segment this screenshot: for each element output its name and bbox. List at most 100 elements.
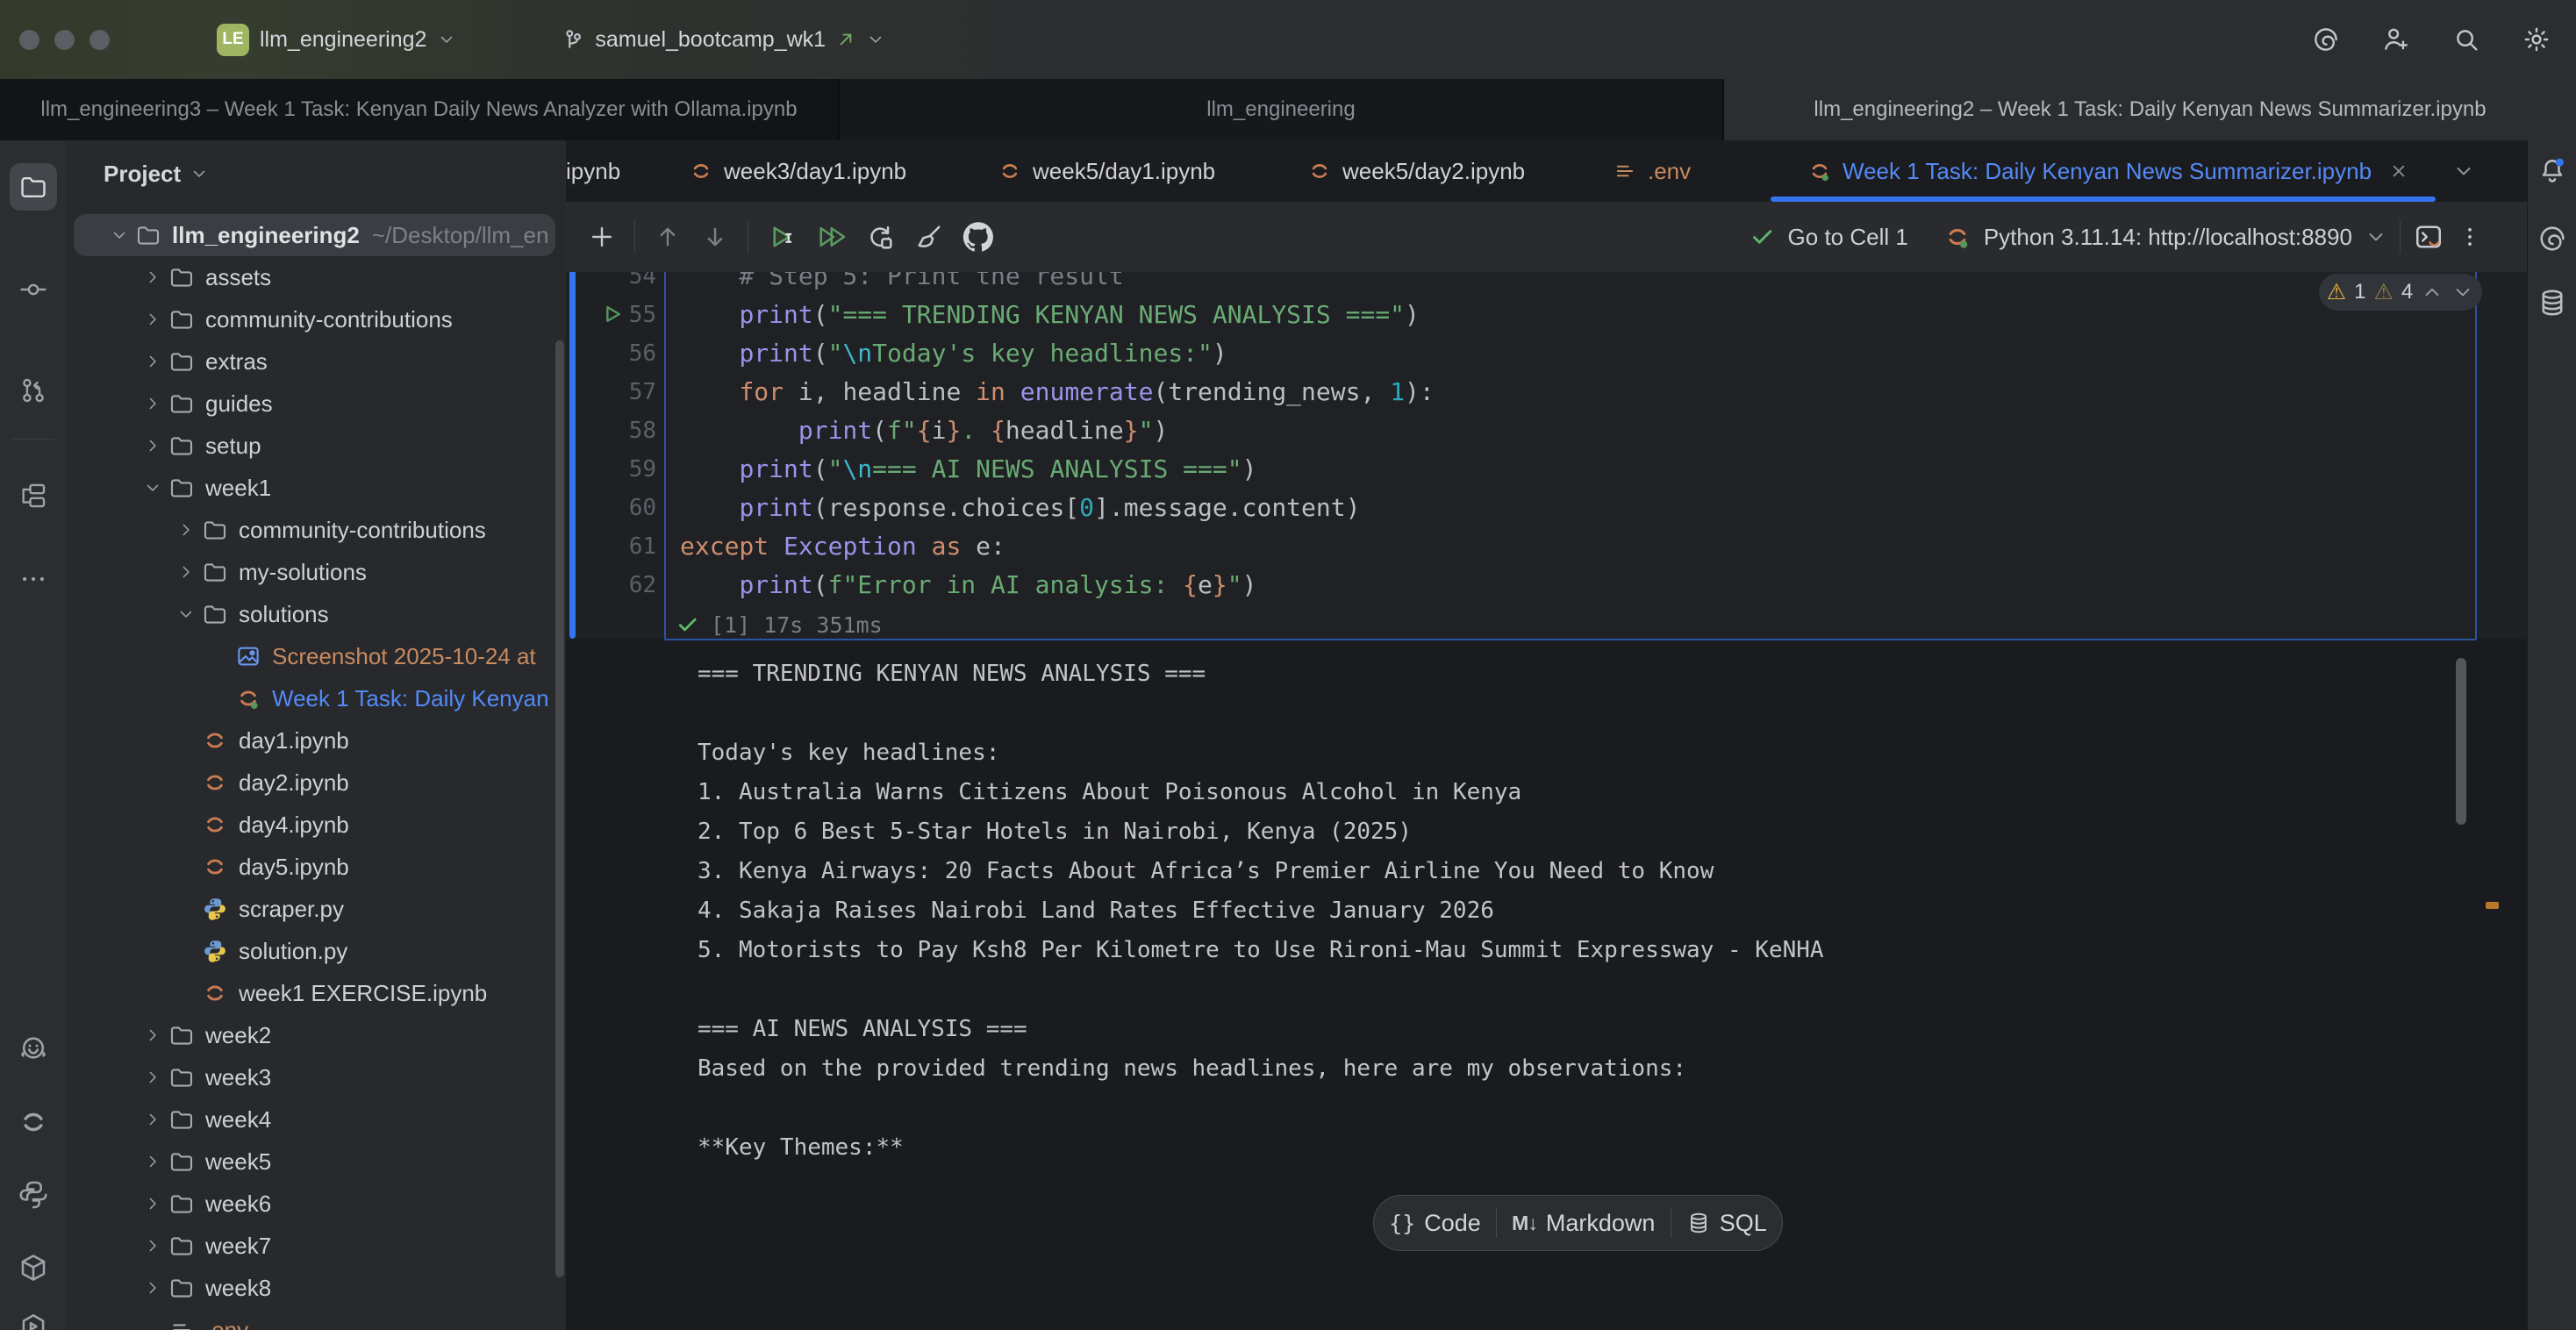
tree-item[interactable]: llm_engineering2~/Desktop/llm_en bbox=[74, 214, 555, 256]
huggingface-tool-button[interactable] bbox=[18, 1033, 49, 1065]
run-cell-icon[interactable] bbox=[766, 221, 798, 253]
services-tool-button[interactable] bbox=[18, 1311, 49, 1330]
chevron-right-icon[interactable] bbox=[137, 268, 168, 287]
minimize-window-button[interactable] bbox=[54, 30, 75, 50]
pull-requests-tool-button[interactable] bbox=[18, 375, 48, 405]
tree-item[interactable]: week7 bbox=[74, 1225, 555, 1267]
ai-spiral-icon[interactable] bbox=[2311, 25, 2341, 54]
chevron-right-icon[interactable] bbox=[137, 352, 168, 371]
chevron-right-icon[interactable] bbox=[170, 520, 202, 540]
tree-item[interactable]: solutions bbox=[74, 593, 555, 635]
tree-item[interactable]: week5 bbox=[74, 1141, 555, 1183]
tree-item[interactable]: week1 EXERCISE.ipynb bbox=[74, 972, 555, 1014]
chevron-down-icon[interactable] bbox=[137, 478, 168, 497]
go-to-cell-button[interactable]: Go to Cell 1 bbox=[1788, 224, 1908, 251]
tree-item[interactable]: my-solutions bbox=[74, 551, 555, 593]
tree-item[interactable]: week6 bbox=[74, 1183, 555, 1225]
project-scrollbar[interactable] bbox=[555, 340, 564, 1277]
chevron-right-icon[interactable] bbox=[137, 436, 168, 455]
editor-tab-active[interactable]: Week 1 Task: Daily Kenyan News Summarize… bbox=[1771, 140, 2436, 202]
settings-gear-icon[interactable] bbox=[2522, 25, 2551, 54]
tree-item[interactable]: solution.py bbox=[74, 930, 555, 972]
tree-item[interactable]: week3 bbox=[74, 1056, 555, 1098]
tree-item[interactable]: community-contributions bbox=[74, 298, 555, 340]
kebab-menu-icon[interactable] bbox=[2457, 224, 2483, 250]
tree-item[interactable]: guides bbox=[74, 383, 555, 425]
editor-tab[interactable]: week5/day2.ipynb bbox=[1307, 140, 1581, 202]
tree-item[interactable]: day4.ipynb bbox=[74, 804, 555, 846]
chevron-right-icon[interactable] bbox=[137, 1068, 168, 1087]
chevron-down-icon[interactable] bbox=[2365, 225, 2387, 248]
output-scrollbar[interactable] bbox=[2456, 658, 2466, 825]
tree-item[interactable]: day1.ipynb bbox=[74, 719, 555, 762]
chevron-down-icon[interactable] bbox=[170, 604, 202, 624]
notifications-bell-icon[interactable] bbox=[2537, 155, 2568, 187]
chevron-right-icon[interactable] bbox=[137, 1194, 168, 1213]
hidden-tabs-chevron-icon[interactable] bbox=[2452, 160, 2475, 182]
restart-kernel-icon[interactable] bbox=[864, 221, 896, 253]
ai-assistant-icon[interactable] bbox=[2537, 223, 2568, 254]
chevron-right-icon[interactable] bbox=[137, 1152, 168, 1171]
close-tab-icon[interactable] bbox=[2387, 160, 2410, 182]
tree-item[interactable]: Screenshot 2025-10-24 at bbox=[74, 635, 555, 677]
branch-widget[interactable]: samuel_bootcamp_wk1 bbox=[560, 26, 885, 53]
tree-item[interactable]: week1 bbox=[74, 467, 555, 509]
tree-item[interactable]: .env bbox=[74, 1309, 555, 1330]
editor-tab[interactable]: week3/day1.ipynb bbox=[689, 140, 962, 202]
tree-item[interactable]: assets bbox=[74, 256, 555, 298]
search-icon[interactable] bbox=[2451, 25, 2481, 54]
chevron-right-icon[interactable] bbox=[137, 1278, 168, 1298]
next-problem-chevron-icon[interactable] bbox=[2451, 281, 2474, 304]
tree-item[interactable]: week4 bbox=[74, 1098, 555, 1141]
chevron-right-icon[interactable] bbox=[137, 1026, 168, 1045]
tree-item[interactable]: community-contributions bbox=[74, 509, 555, 551]
more-tools-button[interactable] bbox=[18, 564, 48, 594]
code-cell[interactable]: # Step 5: Print the result print("=== TR… bbox=[664, 272, 2477, 640]
chevron-right-icon[interactable] bbox=[170, 562, 202, 582]
tree-item[interactable]: week8 bbox=[74, 1267, 555, 1309]
project-panel-header[interactable]: Project bbox=[104, 140, 209, 207]
window-tab[interactable]: llm_engineering bbox=[840, 79, 1722, 140]
run-all-icon[interactable] bbox=[815, 221, 847, 253]
window-tab[interactable]: llm_engineering2 – Week 1 Task: Daily Ke… bbox=[1724, 79, 2576, 140]
github-icon[interactable] bbox=[962, 221, 994, 253]
chevron-right-icon[interactable] bbox=[137, 310, 168, 329]
tree-item[interactable]: setup bbox=[74, 425, 555, 467]
window-tab[interactable]: llm_engineering3 – Week 1 Task: Kenyan D… bbox=[0, 79, 838, 140]
tree-item[interactable]: week2 bbox=[74, 1014, 555, 1056]
chevron-right-icon[interactable] bbox=[137, 1236, 168, 1255]
code-cell-button[interactable]: {} Code bbox=[1389, 1210, 1481, 1237]
database-tool-icon[interactable] bbox=[2537, 287, 2568, 318]
commit-tool-button[interactable] bbox=[18, 275, 48, 304]
warning-stripe-mark[interactable] bbox=[2486, 902, 2499, 909]
tree-item[interactable]: extras bbox=[74, 340, 555, 383]
tree-item[interactable]: scraper.py bbox=[74, 888, 555, 930]
tree-item[interactable]: day2.ipynb bbox=[74, 762, 555, 804]
chevron-right-icon[interactable] bbox=[137, 394, 168, 413]
kernel-selector[interactable]: Python 3.11.14: http://localhost:8890 bbox=[1984, 224, 2352, 251]
clear-outputs-icon[interactable] bbox=[913, 221, 945, 253]
chevron-right-icon[interactable] bbox=[137, 1110, 168, 1129]
tree-item[interactable]: Week 1 Task: Daily Kenyan News Summarize… bbox=[74, 677, 555, 719]
tree-item[interactable]: day5.ipynb bbox=[74, 846, 555, 888]
close-window-button[interactable] bbox=[19, 30, 39, 50]
markdown-cell-button[interactable]: M↓ Markdown bbox=[1512, 1210, 1655, 1237]
add-user-icon[interactable] bbox=[2381, 25, 2411, 54]
add-cell-icon[interactable] bbox=[587, 222, 617, 252]
move-down-icon[interactable] bbox=[700, 222, 730, 252]
zoom-window-button[interactable] bbox=[89, 30, 110, 50]
project-widget[interactable]: LE llm_engineering2 bbox=[217, 24, 456, 56]
editor-tab[interactable]: .env bbox=[1613, 140, 1737, 202]
prev-problem-chevron-icon[interactable] bbox=[2421, 281, 2444, 304]
python-tool-button[interactable] bbox=[18, 1179, 49, 1211]
editor-tab[interactable]: week5/day1.ipynb bbox=[998, 140, 1271, 202]
sql-cell-button[interactable]: SQL bbox=[1686, 1210, 1767, 1237]
project-tool-button[interactable] bbox=[10, 163, 57, 211]
structure-tool-button[interactable] bbox=[18, 481, 48, 511]
python-packages-tool-button[interactable] bbox=[18, 1252, 49, 1284]
jupyter-tool-button[interactable] bbox=[18, 1106, 49, 1138]
jupyter-console-icon[interactable] bbox=[2413, 221, 2444, 253]
move-up-icon[interactable] bbox=[653, 222, 683, 252]
chevron-down-icon[interactable] bbox=[104, 225, 135, 245]
editor-tab-overflow[interactable]: ipynb bbox=[566, 140, 649, 202]
